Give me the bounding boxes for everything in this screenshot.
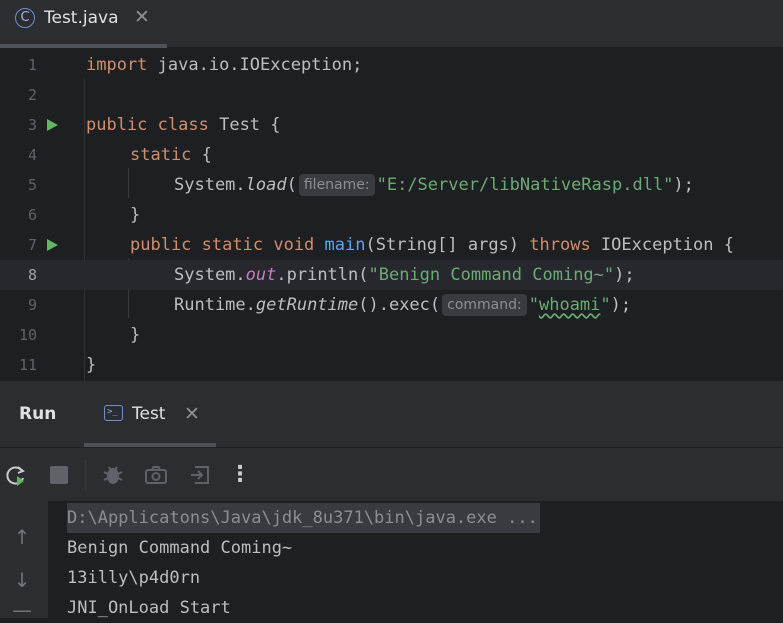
code-line[interactable]: 3 public class Test { bbox=[0, 110, 783, 140]
run-toolbar: ⋮ bbox=[0, 447, 783, 501]
soft-wrap-icon[interactable]: — bbox=[10, 600, 34, 620]
editor-tab-label: Test.java bbox=[44, 8, 119, 28]
code-text: Runtime.getRuntime().exec(command: "whoam… bbox=[174, 294, 632, 316]
line-number: 5 bbox=[27, 176, 37, 194]
java-class-icon: C bbox=[15, 8, 35, 28]
line-number: 7 bbox=[27, 236, 37, 254]
code-text: } bbox=[86, 355, 97, 375]
line-number: 8 bbox=[27, 266, 37, 284]
more-options-icon[interactable]: ⋮ bbox=[227, 462, 253, 488]
console-output-line: JNI_OnLoad Start bbox=[67, 598, 231, 618]
run-panel-title: Run bbox=[19, 404, 57, 424]
console-command-line: D:\Applicatons\Java\jdk_8u371\bin\java.e… bbox=[67, 503, 540, 533]
code-text: System.out.println("Benign Command Comin… bbox=[174, 265, 635, 285]
scroll-up-icon[interactable]: ↑ bbox=[10, 525, 34, 549]
code-text: public class Test { bbox=[86, 115, 281, 135]
code-text: static { bbox=[130, 145, 212, 165]
line-number: 1 bbox=[27, 56, 37, 74]
line-number: 10 bbox=[18, 326, 37, 344]
line-number: 11 bbox=[18, 356, 37, 374]
line-number: 3 bbox=[27, 116, 37, 134]
code-text: } bbox=[130, 205, 141, 225]
close-icon[interactable]: ✕ bbox=[134, 6, 150, 28]
code-text: System.load(filename: "E:/Server/libNativ… bbox=[174, 174, 694, 196]
code-line[interactable]: 4 static { bbox=[0, 140, 783, 170]
code-line[interactable]: 7 public static void main(String[] args)… bbox=[0, 230, 783, 260]
line-number: 6 bbox=[27, 206, 37, 224]
run-gutter-icon[interactable] bbox=[47, 239, 58, 251]
rerun-icon[interactable] bbox=[3, 462, 29, 488]
line-number: 9 bbox=[27, 296, 37, 314]
toolbar-separator bbox=[85, 460, 86, 490]
console-output-line: 13illy\p4d0rn bbox=[67, 568, 201, 588]
code-text: public static void main(String[] args) t… bbox=[130, 235, 734, 255]
code-line[interactable]: 11 } bbox=[0, 350, 783, 380]
run-tab-label: Test bbox=[132, 404, 166, 424]
run-tool-window-header: Run >_ Test ✕ bbox=[0, 381, 783, 447]
code-line[interactable]: 2 bbox=[0, 80, 783, 110]
debug-icon[interactable] bbox=[100, 462, 126, 488]
line-number: 4 bbox=[27, 146, 37, 164]
stop-icon[interactable] bbox=[46, 462, 72, 488]
run-gutter-icon[interactable] bbox=[47, 119, 58, 131]
code-line[interactable]: 5 System.load(filename: "E:/Server/libNat… bbox=[0, 170, 783, 200]
parameter-hint: command: bbox=[442, 294, 527, 316]
code-text: import java.io.IOException; bbox=[86, 55, 363, 75]
camera-icon[interactable] bbox=[143, 462, 169, 488]
code-text: } bbox=[130, 325, 141, 345]
parameter-hint: filename: bbox=[298, 174, 375, 196]
close-icon[interactable]: ✕ bbox=[184, 403, 200, 425]
line-number: 2 bbox=[27, 86, 37, 104]
code-editor[interactable]: 1 import java.io.IOException; 2 3 public… bbox=[0, 48, 783, 381]
scroll-down-icon[interactable]: ↓ bbox=[10, 568, 34, 592]
code-line[interactable]: 6 } bbox=[0, 200, 783, 230]
editor-tab-test-java[interactable]: C Test.java ✕ bbox=[0, 0, 167, 48]
console-output[interactable]: ↑ ↓ — D:\Applicatons\Java\jdk_8u371\bin\… bbox=[0, 501, 783, 620]
code-line[interactable]: 9 Runtime.getRuntime().exec(command: "who… bbox=[0, 290, 783, 320]
console-sidebar: ↑ ↓ — bbox=[0, 501, 48, 620]
code-line[interactable]: 10 } bbox=[0, 320, 783, 350]
exit-icon[interactable] bbox=[187, 462, 213, 488]
code-line-current[interactable]: 8 System.out.println("Benign Command Com… bbox=[0, 260, 783, 290]
code-line[interactable]: 1 import java.io.IOException; bbox=[0, 50, 783, 80]
editor-tab-bar: C Test.java ✕ bbox=[0, 0, 783, 48]
console-icon: >_ bbox=[104, 405, 123, 421]
console-output-line: Benign Command Coming~ bbox=[67, 538, 293, 558]
run-tab-test[interactable]: >_ Test ✕ bbox=[84, 381, 216, 447]
